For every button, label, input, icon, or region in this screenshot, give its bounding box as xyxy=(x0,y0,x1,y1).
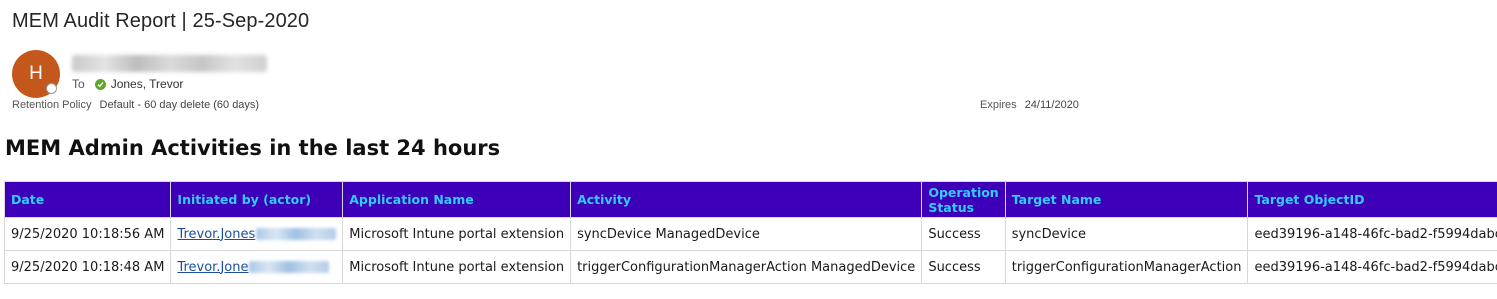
cell-status: Success xyxy=(921,217,1006,251)
presence-status-icon xyxy=(46,83,57,94)
cell-activity: syncDevice ManagedDevice xyxy=(570,217,923,251)
expiry-info: Expires 24/11/2020 xyxy=(980,99,1079,111)
col-date: Date xyxy=(3,181,172,218)
available-check-icon xyxy=(94,78,106,90)
table-row: 9/25/2020 10:18:56 AM Trevor.Jones Micro… xyxy=(3,217,1497,251)
sender-name-redacted xyxy=(72,55,267,72)
to-label: To xyxy=(72,77,85,91)
recipient-line: To Jones, Trevor xyxy=(72,77,183,91)
retention-policy: Retention Policy Default - 60 day delete … xyxy=(12,99,259,111)
recipient-name[interactable]: Jones, Trevor xyxy=(111,77,184,91)
cell-activity: triggerConfigurationManagerAction Manage… xyxy=(570,250,923,284)
col-status: Operation Status xyxy=(921,181,1006,218)
actor-link[interactable]: Trevor.Jones xyxy=(177,227,255,242)
cell-actor: Trevor.Jones xyxy=(170,217,344,251)
cell-date: 9/25/2020 10:18:56 AM xyxy=(3,217,172,251)
retention-value: Default - 60 day delete (60 days) xyxy=(99,99,260,111)
retention-label: Retention Policy xyxy=(12,99,92,111)
cell-target-name: syncDevice xyxy=(1004,217,1249,251)
table-row: 9/25/2020 10:18:48 AM Trevor.Jone Micros… xyxy=(3,250,1497,284)
audit-table: Date Initiated by (actor) Application Na… xyxy=(3,181,1497,284)
cell-date: 9/25/2020 10:18:48 AM xyxy=(3,250,172,284)
cell-target-id: eed39196-a148-46fc-bad2-f5994dabcb04 xyxy=(1247,217,1497,251)
col-application: Application Name xyxy=(342,181,572,218)
actor-redacted xyxy=(256,228,337,240)
report-heading: MEM Admin Activities in the last 24 hour… xyxy=(5,136,501,160)
email-subject: MEM Audit Report | 25-Sep-2020 xyxy=(12,10,310,32)
cell-target-name: triggerConfigurationManagerAction xyxy=(1004,250,1249,284)
expires-value: 24/11/2020 xyxy=(1024,99,1079,111)
avatar-initial: H xyxy=(29,63,43,84)
col-target-id: Target ObjectID xyxy=(1247,181,1497,218)
col-target-name: Target Name xyxy=(1004,181,1249,218)
cell-actor: Trevor.Jone xyxy=(170,250,344,284)
cell-application: Microsoft Intune portal extension xyxy=(342,250,572,284)
col-actor: Initiated by (actor) xyxy=(170,181,344,218)
cell-application: Microsoft Intune portal extension xyxy=(342,217,572,251)
expires-label: Expires xyxy=(980,99,1017,111)
table-header-row: Date Initiated by (actor) Application Na… xyxy=(3,181,1497,218)
actor-redacted xyxy=(249,261,330,273)
cell-status: Success xyxy=(921,250,1006,284)
col-activity: Activity xyxy=(570,181,923,218)
cell-target-id: eed39196-a148-46fc-bad2-f5994dabcb04 xyxy=(1247,250,1497,284)
actor-link[interactable]: Trevor.Jone xyxy=(177,260,248,275)
